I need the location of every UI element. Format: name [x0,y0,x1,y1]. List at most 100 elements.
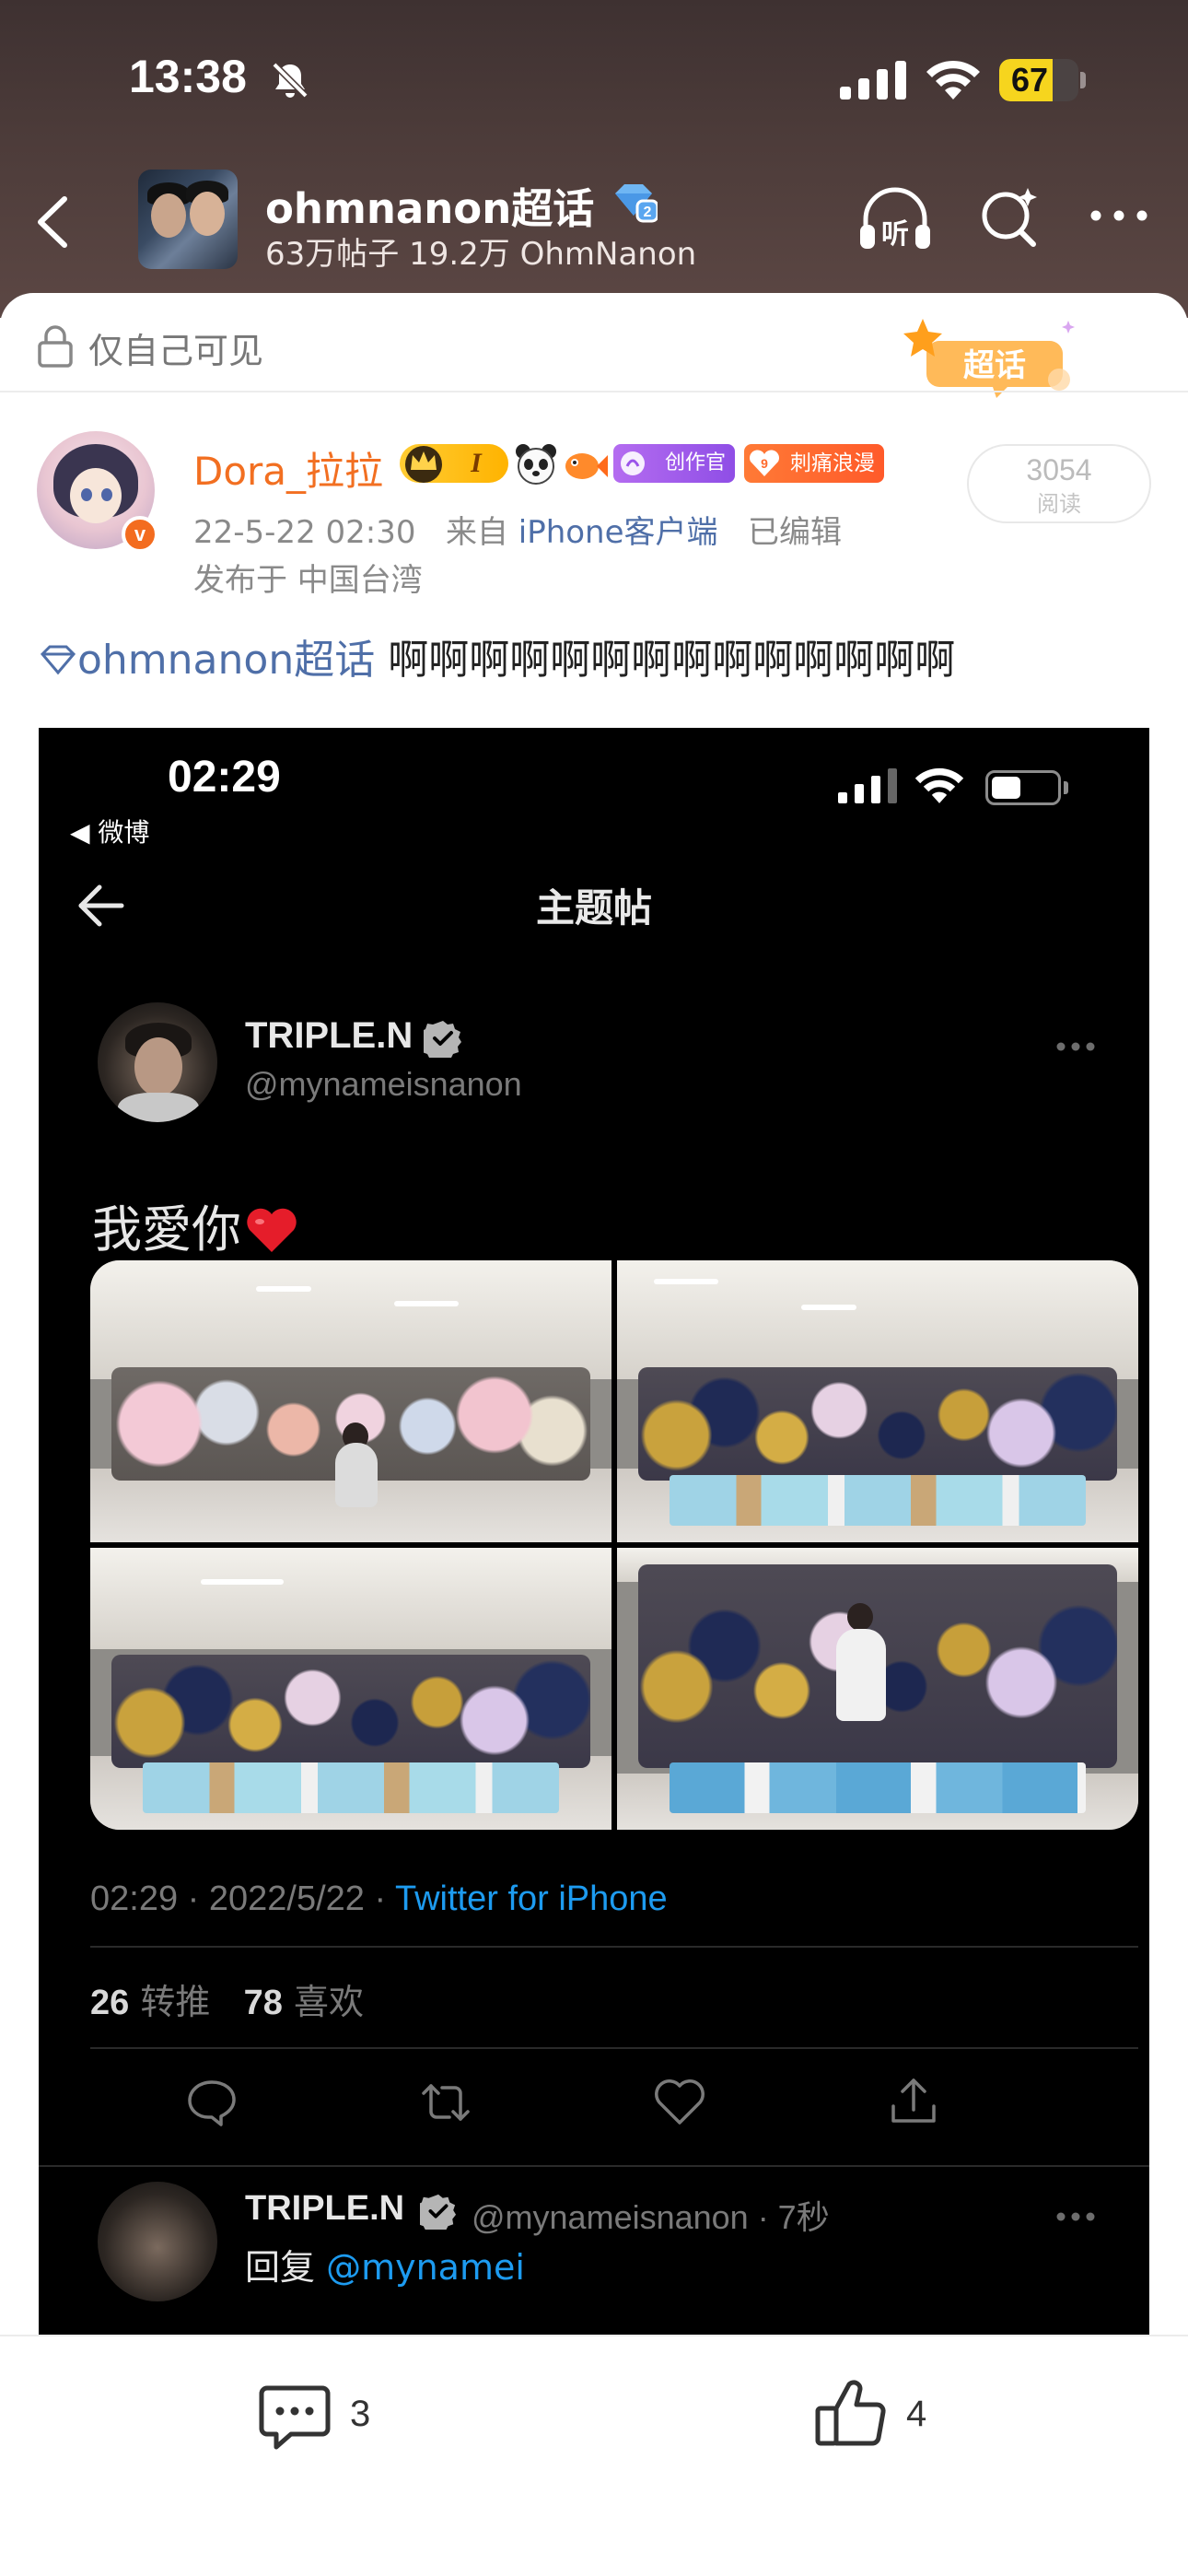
post-text: ohmnanon超话 啊啊啊啊啊啊啊啊啊啊啊啊啊啊 [39,626,956,684]
author-badges: I 创作官 9 刺痛浪漫 [400,440,884,486]
avatar-face [190,192,225,236]
comment-button[interactable]: 3 [258,2377,424,2460]
topic-avatar[interactable] [138,170,238,269]
tweet-source: Twitter for iPhone [395,1879,668,1918]
avatar-shirt [118,1093,199,1122]
fan-badge-icon: 9 [750,450,779,476]
embed-signal-icon [838,768,897,803]
retweet-icon [422,2084,470,2121]
embed-tweet-avatar [98,1002,217,1122]
edited-label[interactable]: 已编辑 [748,514,842,551]
visibility-label: 仅自己可见 [88,331,264,371]
embed-photo-grid [90,1260,1138,1830]
post-location: 发布于 中国台湾 [193,562,423,599]
reply-mention: @mynamei [326,2247,525,2288]
visibility-row: 仅自己可见 [37,321,774,376]
tweet-text-content: 我愛你 [92,1200,241,1259]
embed-reply-text: 回复 @mynamei [245,2239,525,2289]
svg-text:9: 9 [761,456,768,471]
read-count: 3054 [1026,453,1092,486]
status-bar: 13:38 67 [0,0,1188,161]
post-image-screenshot[interactable]: 02:29 ◀ 微博 主题帖 TRIPLE.N @mynameisnanon 我… [39,728,1149,2340]
thumbs-up-icon [815,2380,886,2446]
post-body: 啊啊啊啊啊啊啊啊啊啊啊啊啊啊 [388,637,956,684]
likes-label: 喜欢 [294,1982,365,2022]
red-heart-emoji-icon [247,1208,297,1252]
svg-text:超话: 超话 [963,347,1026,384]
supertopic-diamond-icon: 2 [615,184,658,223]
creator-badge[interactable]: 创作官 [613,444,735,483]
battery-indicator: 67 [999,59,1078,101]
retweets-label: 转推 [140,1982,211,2022]
divider [39,2165,1149,2167]
embed-more-icon [1056,2212,1095,2221]
topic-link[interactable]: ohmnanon超话 [77,637,375,684]
photo-1 [90,1260,611,1542]
likes-count: 78 [243,1984,283,2022]
comment-icon [259,2385,331,2450]
read-label: 阅读 [1037,491,1081,517]
like-heart-icon [655,2079,705,2125]
search-icon[interactable] [976,184,1042,251]
source-client[interactable]: iPhone客户端 [518,514,718,551]
divider [0,391,1188,392]
more-icon[interactable] [1087,206,1151,225]
fish-icon[interactable] [562,442,608,486]
lock-icon [38,325,73,368]
topic-title[interactable]: ohmnanon超话 [265,175,594,235]
author-name[interactable]: Dora_拉拉 [193,440,383,497]
post-meta: 22-5-22 02:30 来自 iPhone客户端 已编辑 [193,507,842,552]
level-badge[interactable]: I [400,444,508,483]
panda-icon[interactable] [514,442,558,486]
supertopic-link-icon [40,645,76,675]
embed-tweet-stats: 26 转推 78 喜欢 [90,1973,364,2024]
embed-status-time: 02:29 [168,753,281,802]
read-count-pill: 3054 阅读 [967,444,1151,523]
embed-more-icon [1056,1042,1095,1051]
topic-nav: ohmnanon超话 2 63万帖子 19.2万 OhmNanon 听 [0,166,1188,276]
share-icon [891,2078,936,2123]
level-label: I [471,448,482,478]
post-datetime: 22-5-22 02:30 [193,514,416,551]
verified-icon [420,2194,457,2230]
embed-tweet-handle: @mynameisnanon [245,1065,522,1103]
avatar-eye [101,488,112,501]
wifi-icon [926,60,980,100]
embed-battery-fill [992,777,1020,799]
reply-prefix: 回复 [245,2247,327,2288]
embed-wifi-icon [914,767,964,803]
embed-battery [985,770,1061,805]
status-time: 13:38 [129,51,247,102]
battery-nub [1080,72,1086,88]
svg-text:2: 2 [644,205,652,220]
supertopic-tag-icon[interactable]: 超话 [903,313,1087,402]
tweet-datetime: 02:29 · 2022/5/22 · [90,1879,395,1918]
comment-count: 3 [350,2394,371,2434]
verified-v-badge: v [122,516,158,553]
embed-tweet-timestamp: 02:29 · 2022/5/22 · Twitter for iPhone [90,1879,668,1919]
retweets-count: 26 [90,1984,130,2022]
divider [90,2047,1138,2049]
avatar-face [70,468,122,523]
creator-badge-label: 创作官 [664,451,726,474]
cellular-signal-icon [840,61,906,100]
back-icon[interactable] [28,190,79,254]
embed-battery-nub [1064,781,1068,794]
source-prefix: 来自 [445,514,508,551]
battery-percent: 67 [1010,61,1049,99]
embed-page-title: 主题帖 [535,885,652,931]
reply-icon [188,2080,236,2126]
verified-icon [424,1021,461,1058]
post-card: 仅自己可见 超话 v Dora_拉拉 I 创作官 9 刺痛浪漫 22-5-22 … [0,293,1188,2340]
crown-icon [405,446,442,483]
embed-reply-avatar [98,2182,217,2301]
like-button[interactable]: 4 [814,2377,980,2460]
avatar-face [134,1037,182,1096]
fan-badge[interactable]: 9 刺痛浪漫 [744,444,884,483]
listen-icon[interactable]: 听 [856,184,934,254]
embed-reply-name: TRIPLE.N [245,2189,405,2228]
avatar-face [151,193,186,238]
topic-stats: 63万帖子 19.2万 OhmNanon [265,236,697,273]
photo-2 [617,1260,1138,1542]
embed-back-to-app: ◀ 微博 [70,817,150,848]
